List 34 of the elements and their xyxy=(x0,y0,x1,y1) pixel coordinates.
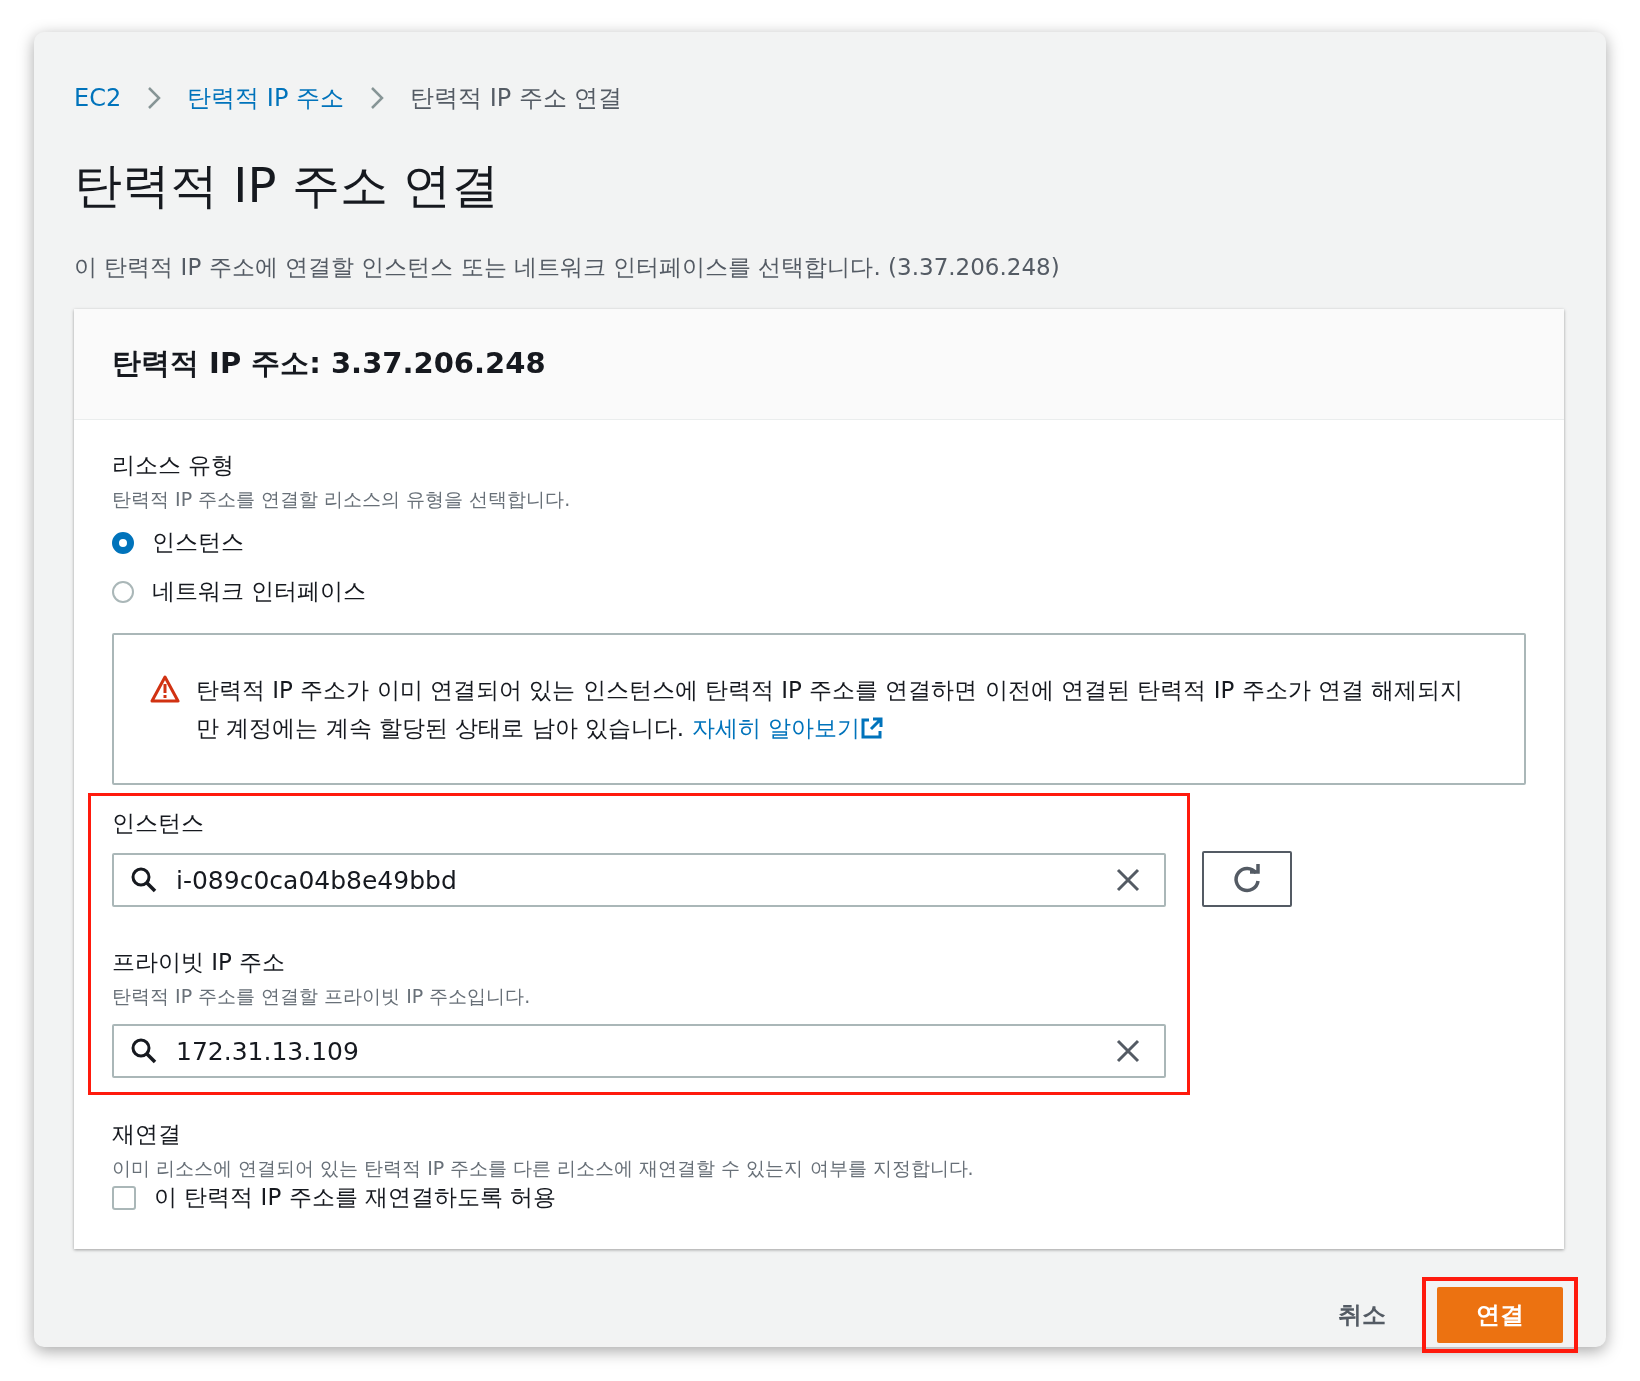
clear-icon[interactable] xyxy=(1116,868,1140,892)
breadcrumb-current: 탄력적 IP 주소 연결 xyxy=(410,83,623,114)
chevron-right-icon xyxy=(147,86,162,110)
page-title: 탄력적 IP 주소 연결 xyxy=(74,156,500,215)
instance-search-field[interactable]: i-089c0ca04b8e49bbd xyxy=(112,853,1166,907)
warning-icon xyxy=(150,675,180,703)
field-hint: 탄력적 IP 주소를 연결할 리소스의 유형을 선택합니다. xyxy=(112,487,572,512)
alert-text: 탄력적 IP 주소가 이미 연결되어 있는 인스턴스에 탄력적 IP 주소를 연결하면 이전에 연결된 탄력적 IP 주소가 연결 해제되지만 계정에는 계속 할당된 상태로 남아 있습니다. 자세히 알아보기 xyxy=(196,676,1465,743)
refresh-button[interactable] xyxy=(1202,851,1292,907)
field-label: 인스턴스 xyxy=(112,809,205,838)
radio-button[interactable] xyxy=(112,580,134,603)
search-icon xyxy=(130,1037,158,1065)
field-hint: 이미 리소스에 연결되어 있는 탄력적 IP 주소를 다른 리소스에 재연결할 수 있는지 여부를 지정합니다. xyxy=(112,1156,975,1181)
radio-button[interactable] xyxy=(112,531,134,554)
field-hint: 탄력적 IP 주소를 연결할 프라이빗 IP 주소입니다. xyxy=(112,984,532,1009)
checkbox[interactable] xyxy=(112,1185,136,1210)
field-label: 리소스 유형 xyxy=(112,451,236,480)
checkbox-label[interactable]: 이 탄력적 IP 주소를 재연결하도록 허용 xyxy=(154,1182,557,1213)
refresh-icon xyxy=(1231,863,1263,895)
radio-label[interactable]: 네트워크 인터페이스 xyxy=(152,576,367,607)
field-label: 프라이빗 IP 주소 xyxy=(112,948,287,977)
private-ip-search-field[interactable]: 172.31.13.109 xyxy=(112,1024,1166,1078)
page-description: 이 탄력적 IP 주소에 연결할 인스턴스 또는 네트워크 인터페이스를 선택합니다. (3.37.206.248) xyxy=(74,253,1061,282)
clear-icon[interactable] xyxy=(1116,1039,1140,1063)
learn-more-link[interactable]: 자세히 알아보기 xyxy=(691,715,884,741)
breadcrumb-link[interactable]: EC2 xyxy=(74,84,122,112)
external-link-icon xyxy=(859,716,884,740)
cancel-button[interactable]: 취소 xyxy=(1332,1298,1392,1332)
breadcrumb-link[interactable]: 탄력적 IP 주소 xyxy=(187,82,344,114)
field-label: 재연결 xyxy=(112,1120,182,1149)
panel-title: 탄력적 IP 주소: 3.37.206.248 xyxy=(112,345,546,382)
search-icon xyxy=(130,866,158,894)
chevron-right-icon xyxy=(370,86,384,110)
radio-label[interactable]: 인스턴스 xyxy=(152,527,244,558)
